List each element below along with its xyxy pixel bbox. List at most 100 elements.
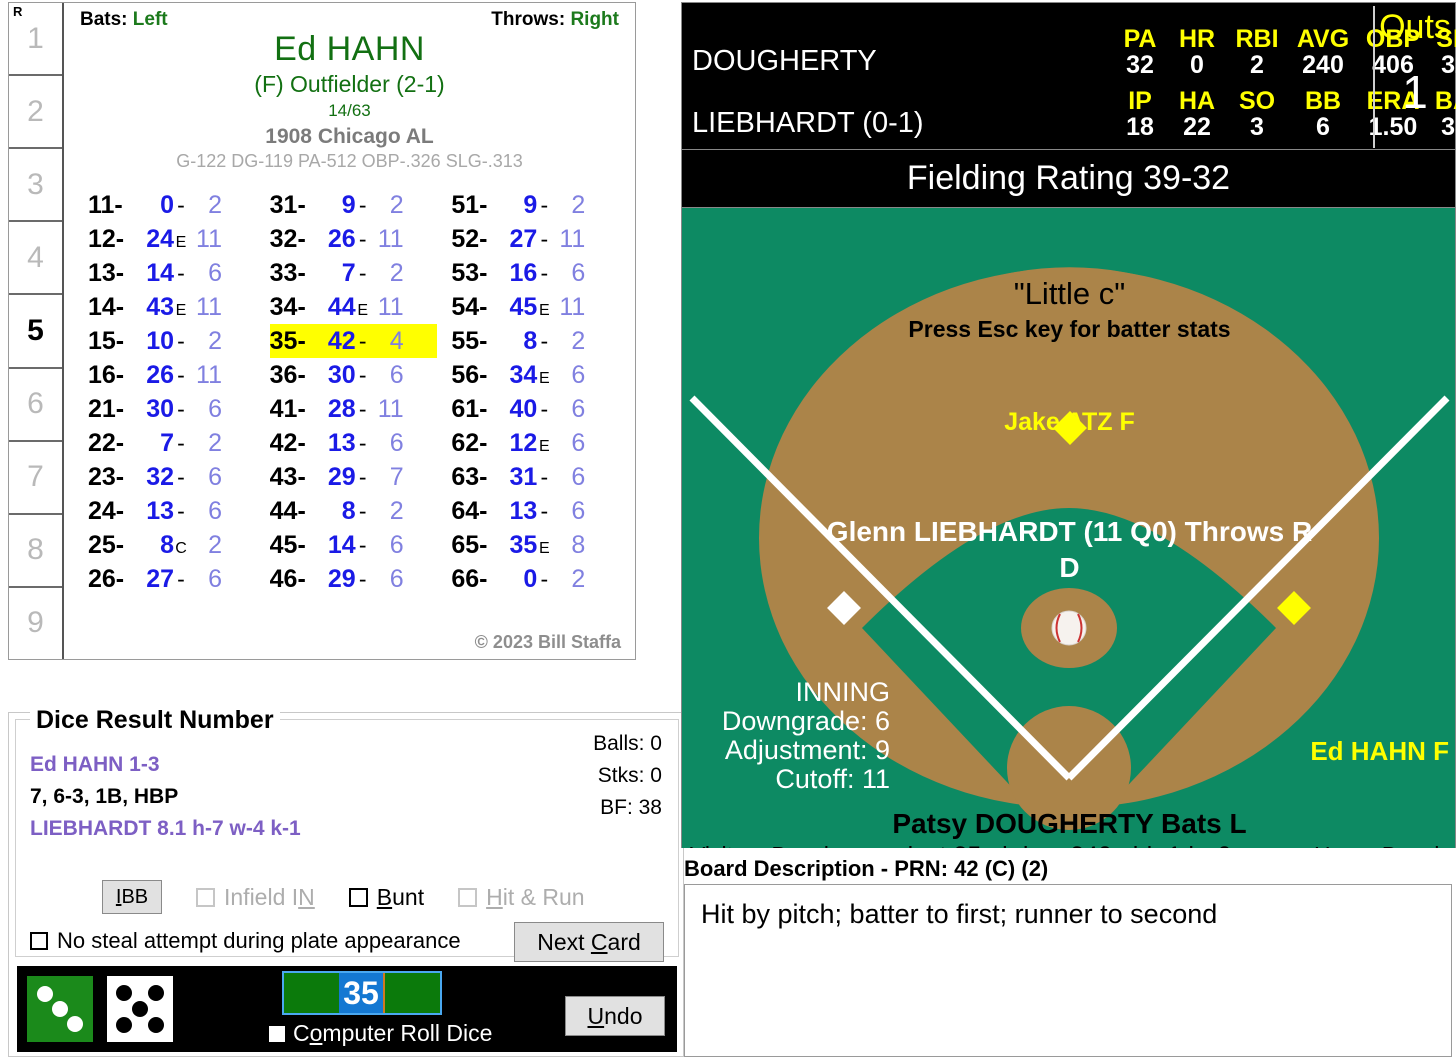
dice-result-mark: - — [358, 498, 367, 524]
dice-result-number: 6 — [208, 565, 222, 593]
dice-result-number: 11 — [196, 293, 222, 321]
dice-result-mark: - — [358, 260, 367, 286]
dice-result-value: 16 — [509, 259, 538, 287]
dice-result-number: 11 — [377, 293, 404, 321]
dice-result-row: 11- 0-2 — [88, 188, 256, 222]
computer-roll-dice-checkbox[interactable]: Computer Roll Dice — [269, 1020, 492, 1047]
dice-result-value: 26 — [146, 361, 174, 389]
dice-result-number: 6 — [571, 497, 586, 525]
dice-result-row: 61- 40-6 — [451, 392, 619, 426]
scoreboard-batter-header-cell: RBI — [1235, 25, 1279, 53]
card-player-name: Ed HAHN — [274, 30, 425, 68]
inning-cell-8[interactable]: 8 — [9, 515, 62, 588]
scoreboard-batter-value-cell: 240 — [1302, 51, 1344, 79]
dice-result-number: 6 — [571, 259, 586, 287]
pitcher-label-line1[interactable]: Glenn LIEBHARDT (11 Q0) Throws R — [682, 516, 1455, 548]
white-die[interactable] — [107, 976, 173, 1042]
dice-result-mark: E — [538, 540, 550, 557]
dice-result-value: 8 — [160, 531, 174, 559]
dice-result-mark: - — [177, 498, 185, 524]
dice-result-mark: - — [177, 362, 185, 388]
dice-result-value: 40 — [509, 395, 538, 423]
hit-and-run-checkbox[interactable]: Hit & Run — [458, 884, 585, 911]
undo-button[interactable]: Undo — [565, 996, 665, 1036]
inning-cell-4[interactable]: 4 — [9, 222, 62, 296]
dice-result-key: 25- — [88, 531, 125, 559]
home-bench-link[interactable]: Home Bench — [1314, 842, 1447, 848]
inning-cell-7[interactable]: 7 — [9, 442, 62, 515]
dice-result-row: 26- 27-6 — [88, 562, 256, 596]
dice-result-row: 16- 26-11 — [88, 358, 256, 392]
field-little-c-text: "Little c" — [1013, 276, 1126, 311]
dice-result-mark: - — [358, 226, 367, 252]
outs-label: Outs — [1379, 8, 1451, 46]
ibb-button[interactable]: IBB — [102, 880, 162, 914]
first-base-runner-label[interactable]: Ed HAHN F — [1310, 736, 1449, 767]
dice-result-value: 0 — [523, 565, 538, 593]
dice-result-value: 13 — [327, 429, 356, 457]
computer-roll-dice-checkbox-box — [269, 1025, 285, 1042]
dice-result-number: 2 — [208, 191, 222, 219]
dice-result-number: 6 — [208, 463, 222, 491]
dice-result-row: 65- 35 E 8 — [451, 528, 619, 562]
dice-result-mark: - — [540, 396, 549, 422]
dice-result-row: 23- 32-6 — [88, 460, 256, 494]
scoreboard-batter-header-cell: HR — [1178, 25, 1216, 53]
inning-cell-2[interactable]: 2 — [9, 76, 62, 150]
green-die[interactable] — [27, 976, 93, 1042]
dice-result-row: 32- 26-11 — [270, 222, 438, 256]
dice-result-key: 23- — [88, 463, 125, 491]
dice-result-row: 35- 42-4 — [269, 324, 438, 358]
scoreboard-pitcher-header-cell: HA — [1178, 87, 1216, 115]
dice-result-key: 22- — [88, 429, 125, 457]
play-options-row: IBB Infield IN Bunt Hit & Run — [16, 880, 680, 914]
baseball-field[interactable]: "Little c" Press Esc key for batter stat… — [681, 208, 1456, 848]
dice-value-field[interactable]: 35 — [282, 971, 442, 1015]
dice-result-value: 14 — [146, 259, 174, 287]
dice-result-key: 32- — [269, 225, 306, 253]
pitcher-label-line2: D — [1059, 552, 1080, 583]
dice-result-value: 35 — [509, 531, 538, 559]
dice-result-panel: Dice Result Number Ed HAHN 1-3 7, 6-3, 1… — [8, 706, 684, 1057]
dice-result-number: 11 — [196, 225, 222, 253]
app-root: R 1 2 3 4 5 6 7 8 9 Bats: Left Throws: R… — [0, 0, 1456, 1063]
inning-cell-1[interactable]: 1 — [9, 3, 62, 77]
hit-and-run-checkbox-box — [458, 887, 478, 907]
next-card-button-label: Next Card — [537, 928, 641, 955]
dice-result-mark: - — [358, 566, 367, 592]
inning-cell-3[interactable]: 3 — [9, 149, 62, 223]
inning-strip: R 1 2 3 4 5 6 7 8 9 — [9, 3, 64, 659]
fielding-rating-text: Fielding Rating 39-32 — [906, 159, 1231, 197]
dice-result-value: 7 — [160, 429, 174, 457]
infield-in-checkbox[interactable]: Infield IN — [196, 884, 315, 911]
throws-value: Right — [570, 9, 619, 30]
dice-result-row: 62- 12 E 6 — [451, 426, 619, 460]
undo-button-label: Undo — [587, 1002, 643, 1029]
outs-box: Outs 1 — [1373, 6, 1455, 148]
dice-result-mark: E — [175, 234, 187, 251]
dice-result-row: 52- 27-11 — [451, 222, 619, 256]
inning-cell-9[interactable]: 9 — [9, 588, 62, 659]
next-card-button[interactable]: Next Card — [514, 922, 664, 962]
dice-result-key: 44- — [269, 497, 306, 525]
card-player-stats: G-122 DG-119 PA-512 OBP-.326 SLG-.313 — [176, 151, 523, 171]
inning-cell-5-current[interactable]: 5 — [9, 295, 62, 369]
dice-result-row: 44- 8-2 — [270, 494, 438, 528]
no-steal-label: No steal attempt during plate appearance — [57, 928, 461, 953]
inning-cell-6[interactable]: 6 — [9, 369, 62, 442]
dice-result-number: 6 — [571, 361, 586, 389]
dice-result-number: 4 — [389, 327, 404, 355]
throws-group: Throws: Right — [491, 9, 619, 31]
bats-group: Bats: Left — [80, 9, 168, 31]
bunt-checkbox[interactable]: Bunt — [348, 884, 424, 911]
dice-result-value: 29 — [327, 463, 356, 491]
dice-result-mark: E — [538, 302, 550, 319]
visitors-bench-link[interactable]: Visitors Bench — [690, 842, 837, 848]
no-steal-checkbox[interactable]: No steal attempt during plate appearance — [30, 928, 461, 954]
dice-result-number: 2 — [389, 259, 404, 287]
dice-result-key: 65- — [451, 531, 488, 559]
dice-result-row: 55- 8-2 — [451, 324, 619, 358]
dice-result-number: 6 — [571, 429, 586, 457]
shortstop-label[interactable]: Jake ATZ F — [682, 408, 1455, 437]
dice-result-mark: - — [358, 430, 367, 456]
